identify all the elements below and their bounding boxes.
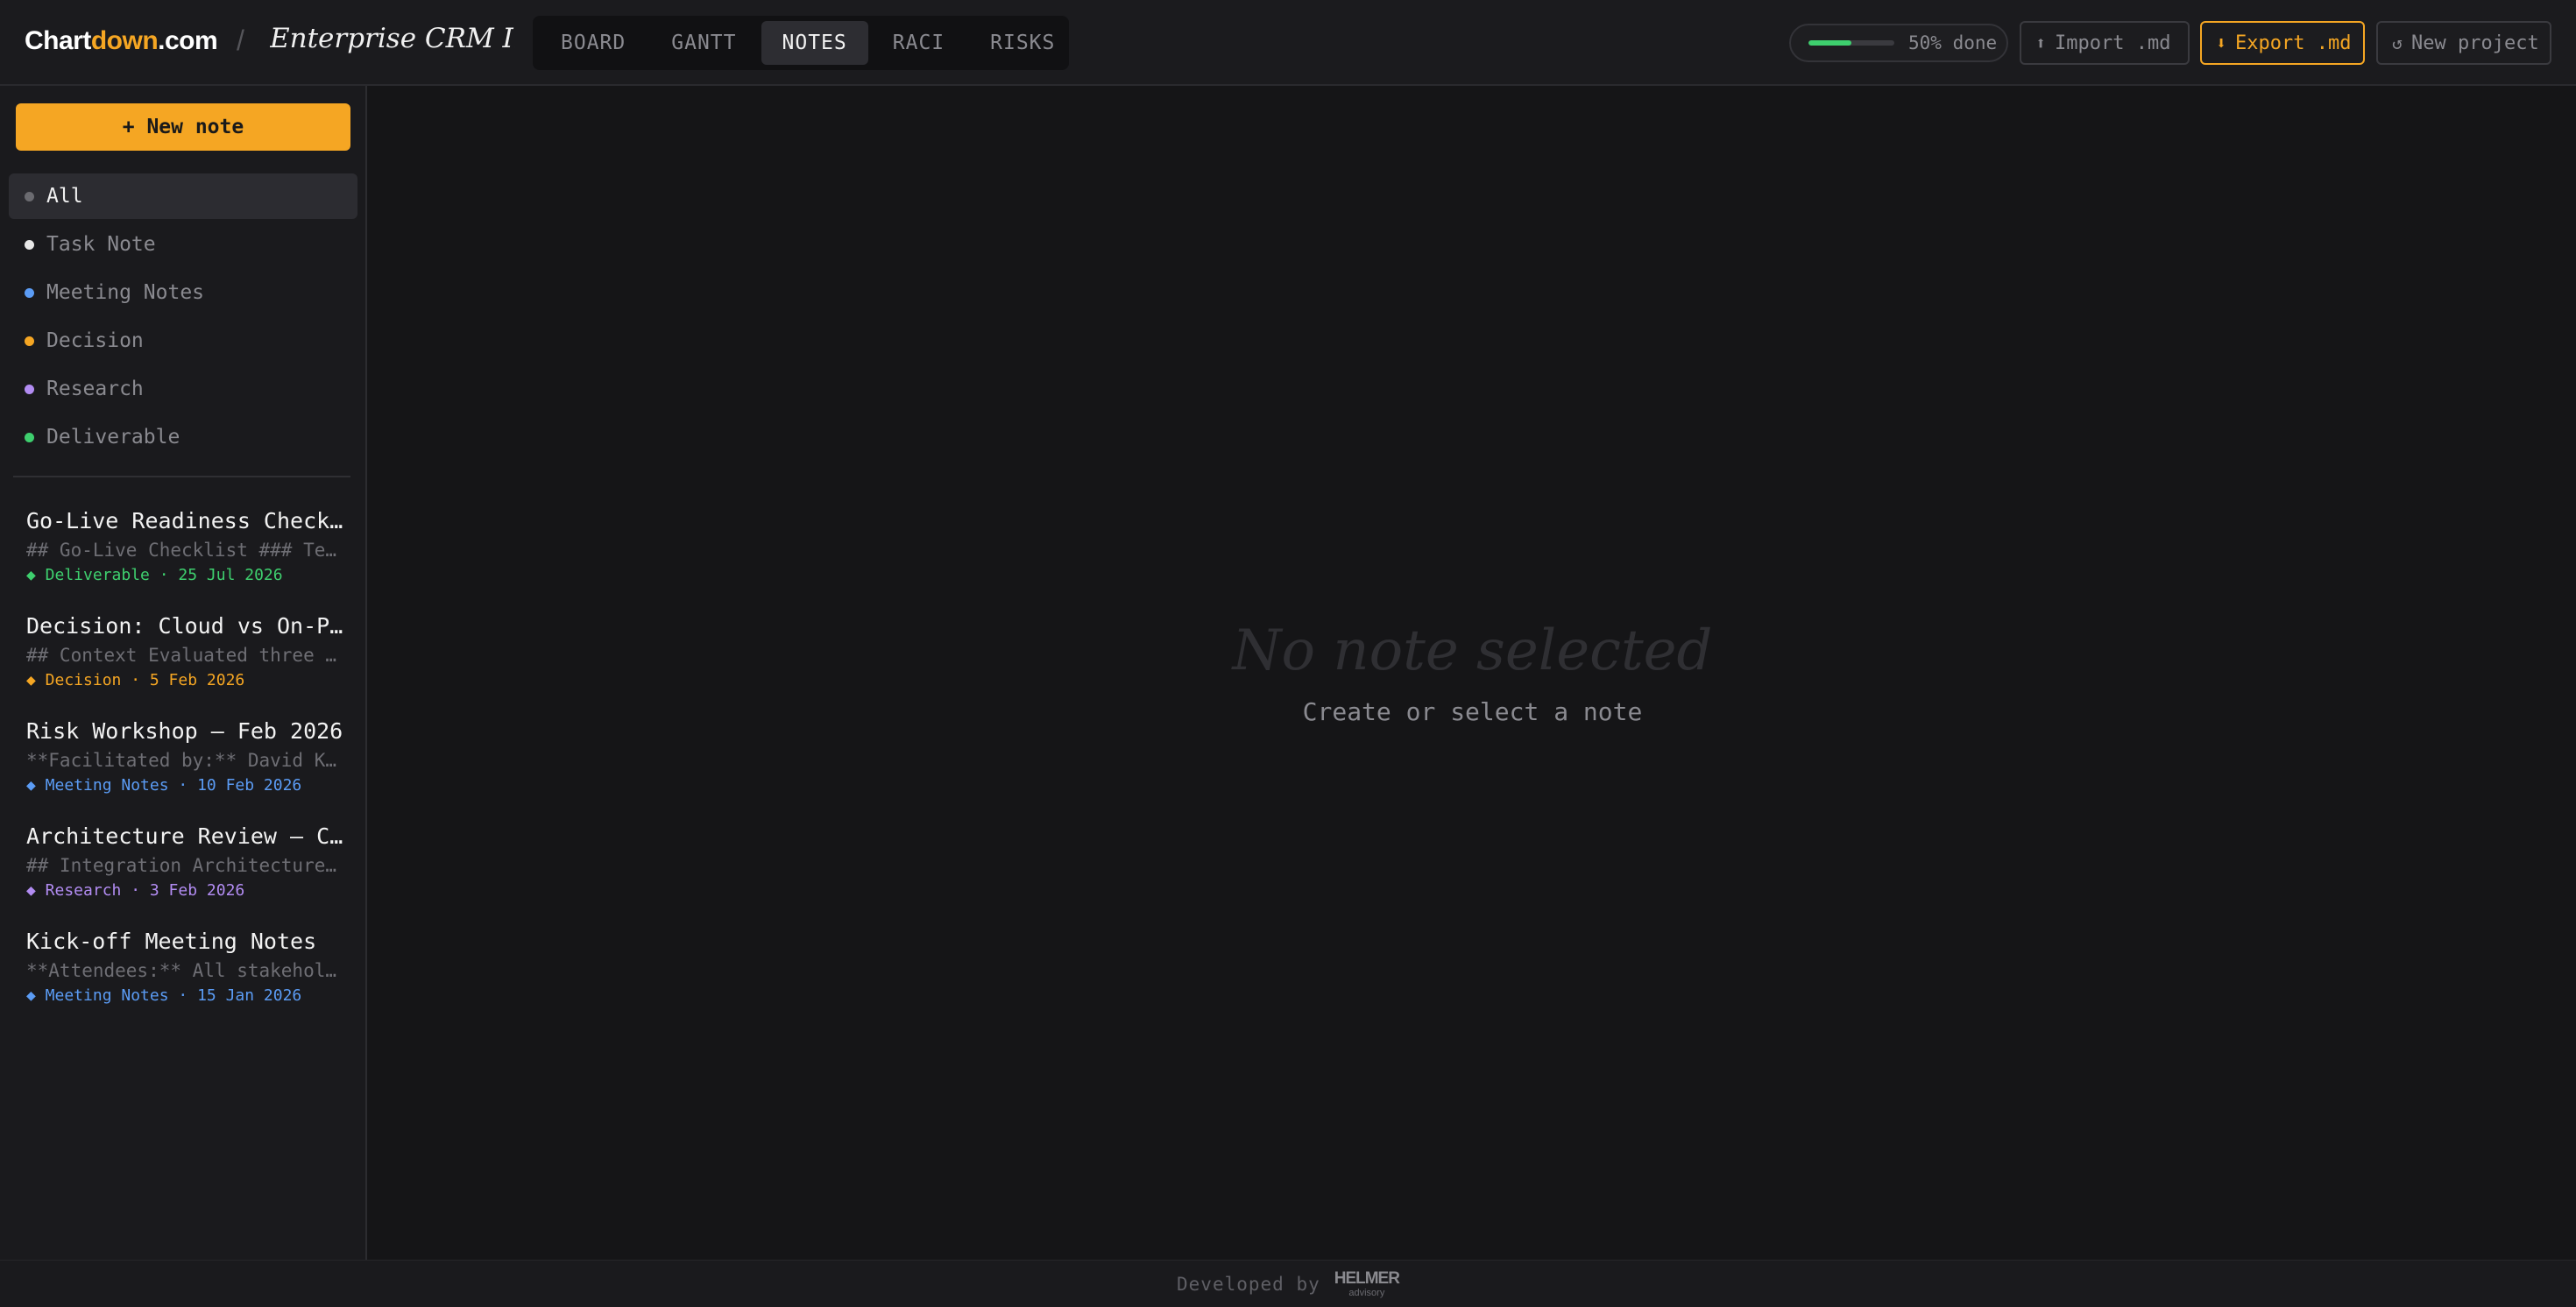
note-meta: ◆ Research · 3 Feb 2026 xyxy=(26,881,245,900)
note-preview: **Attendees:** All stakeholders xyxy=(26,960,343,981)
reset-icon: ↺ xyxy=(2392,32,2403,53)
notes-list: Go-Live Readiness Checklist ## Go-Live C… xyxy=(26,506,343,1032)
export-label: Export .md xyxy=(2235,32,2352,54)
upload-icon: ⬆ xyxy=(2035,32,2047,53)
import-md-button[interactable]: ⬆ Import .md xyxy=(2020,21,2190,65)
note-preview: ## Go-Live Checklist ### Technical xyxy=(26,540,343,561)
note-meta: ◆ Decision · 5 Feb 2026 xyxy=(26,671,245,689)
new-project-button[interactable]: ↺ New project xyxy=(2376,21,2551,65)
empty-state-title: No note selected xyxy=(1232,618,1713,683)
new-project-label: New project xyxy=(2411,32,2539,54)
note-list-item[interactable]: Decision: Cloud vs On-Premise ## Context… xyxy=(26,611,343,717)
filter-dot-icon xyxy=(25,239,34,250)
helmer-advisory-logo[interactable]: HELMER advisory xyxy=(1334,1268,1400,1298)
filter-dot-icon xyxy=(25,384,34,394)
note-type-filters: All Task Note Meeting Notes Decision Res… xyxy=(9,173,357,463)
note-list-item[interactable]: Risk Workshop — Feb 2026 **Facilitated b… xyxy=(26,717,343,822)
filter-deliverable[interactable]: Deliverable xyxy=(9,414,357,460)
brand-logo[interactable]: Chartdown.com xyxy=(25,26,218,56)
note-list-item[interactable]: Architecture Review — CRM ## Integration… xyxy=(26,822,343,927)
note-title: Go-Live Readiness Checklist xyxy=(26,508,343,533)
notes-sidebar: + New note All Task Note Meeting Notes D… xyxy=(0,86,367,1260)
note-preview: **Facilitated by:** David Kim xyxy=(26,750,343,771)
filter-label: Task Note xyxy=(46,233,156,256)
tab-raci[interactable]: RACI xyxy=(872,21,966,65)
note-title: Decision: Cloud vs On-Premise xyxy=(26,613,343,639)
filter-label: Meeting Notes xyxy=(46,281,205,304)
filter-decision[interactable]: Decision xyxy=(9,318,357,364)
project-title[interactable]: Enterprise CRM Implementation xyxy=(270,23,515,61)
top-bar: Chartdown.com / Enterprise CRM Implement… xyxy=(0,0,2576,86)
note-preview: ## Context Evaluated three deployment xyxy=(26,645,343,666)
filter-task-note[interactable]: Task Note xyxy=(9,222,357,267)
progress-track xyxy=(1808,40,1894,46)
filter-dot-icon xyxy=(25,191,34,201)
note-list-item[interactable]: Kick-off Meeting Notes **Attendees:** Al… xyxy=(26,927,343,1032)
note-list-item[interactable]: Go-Live Readiness Checklist ## Go-Live C… xyxy=(26,506,343,611)
note-title: Risk Workshop — Feb 2026 xyxy=(26,718,343,744)
filter-all[interactable]: All xyxy=(9,173,357,219)
brand-part-2: down xyxy=(90,26,159,55)
filter-label: Decision xyxy=(46,329,144,352)
logo-main-text: HELMER xyxy=(1334,1268,1400,1288)
filter-dot-icon xyxy=(25,432,34,442)
note-preview: ## Integration Architecture The xyxy=(26,855,343,876)
note-title: Architecture Review — CRM xyxy=(26,823,343,849)
brand-part-3: .com xyxy=(158,26,218,55)
brand-part-1: Chart xyxy=(25,26,91,55)
note-meta: ◆ Meeting Notes · 15 Jan 2026 xyxy=(26,986,302,1005)
filter-label: Deliverable xyxy=(46,426,180,449)
sidebar-divider xyxy=(13,476,350,477)
filter-dot-icon xyxy=(25,336,34,346)
view-tabs: BOARD GANTT NOTES RACI RISKS xyxy=(533,16,1069,70)
tab-board[interactable]: BOARD xyxy=(540,21,647,65)
note-title: Kick-off Meeting Notes xyxy=(26,929,317,954)
note-meta: ◆ Meeting Notes · 10 Feb 2026 xyxy=(26,776,302,795)
filter-label: All xyxy=(46,185,83,208)
filter-dot-icon xyxy=(25,287,34,298)
download-icon: ⬇ xyxy=(2216,32,2227,53)
tab-notes[interactable]: NOTES xyxy=(761,21,868,65)
filter-research[interactable]: Research xyxy=(9,366,357,412)
new-note-button[interactable]: + New note xyxy=(16,103,350,151)
logo-sub-text: advisory xyxy=(1348,1287,1385,1298)
progress-fill xyxy=(1808,40,1851,46)
title-separator: / xyxy=(237,25,244,56)
filter-meeting-notes[interactable]: Meeting Notes xyxy=(9,270,357,315)
export-md-button[interactable]: ⬇ Export .md xyxy=(2200,21,2365,65)
filter-label: Research xyxy=(46,378,144,400)
progress-label: 50% done xyxy=(1908,32,1998,53)
tab-gantt[interactable]: GANTT xyxy=(650,21,757,65)
note-editor-area: No note selected Create or select a note xyxy=(369,86,2576,1260)
footer-credit: Developed by xyxy=(1177,1273,1320,1295)
footer: Developed by HELMER advisory xyxy=(0,1260,2576,1307)
progress-indicator: 50% done xyxy=(1789,24,2008,62)
tab-risks[interactable]: RISKS xyxy=(969,21,1076,65)
empty-state-subtitle: Create or select a note xyxy=(1302,697,1643,726)
note-meta: ◆ Deliverable · 25 Jul 2026 xyxy=(26,566,283,584)
import-label: Import .md xyxy=(2055,32,2171,54)
